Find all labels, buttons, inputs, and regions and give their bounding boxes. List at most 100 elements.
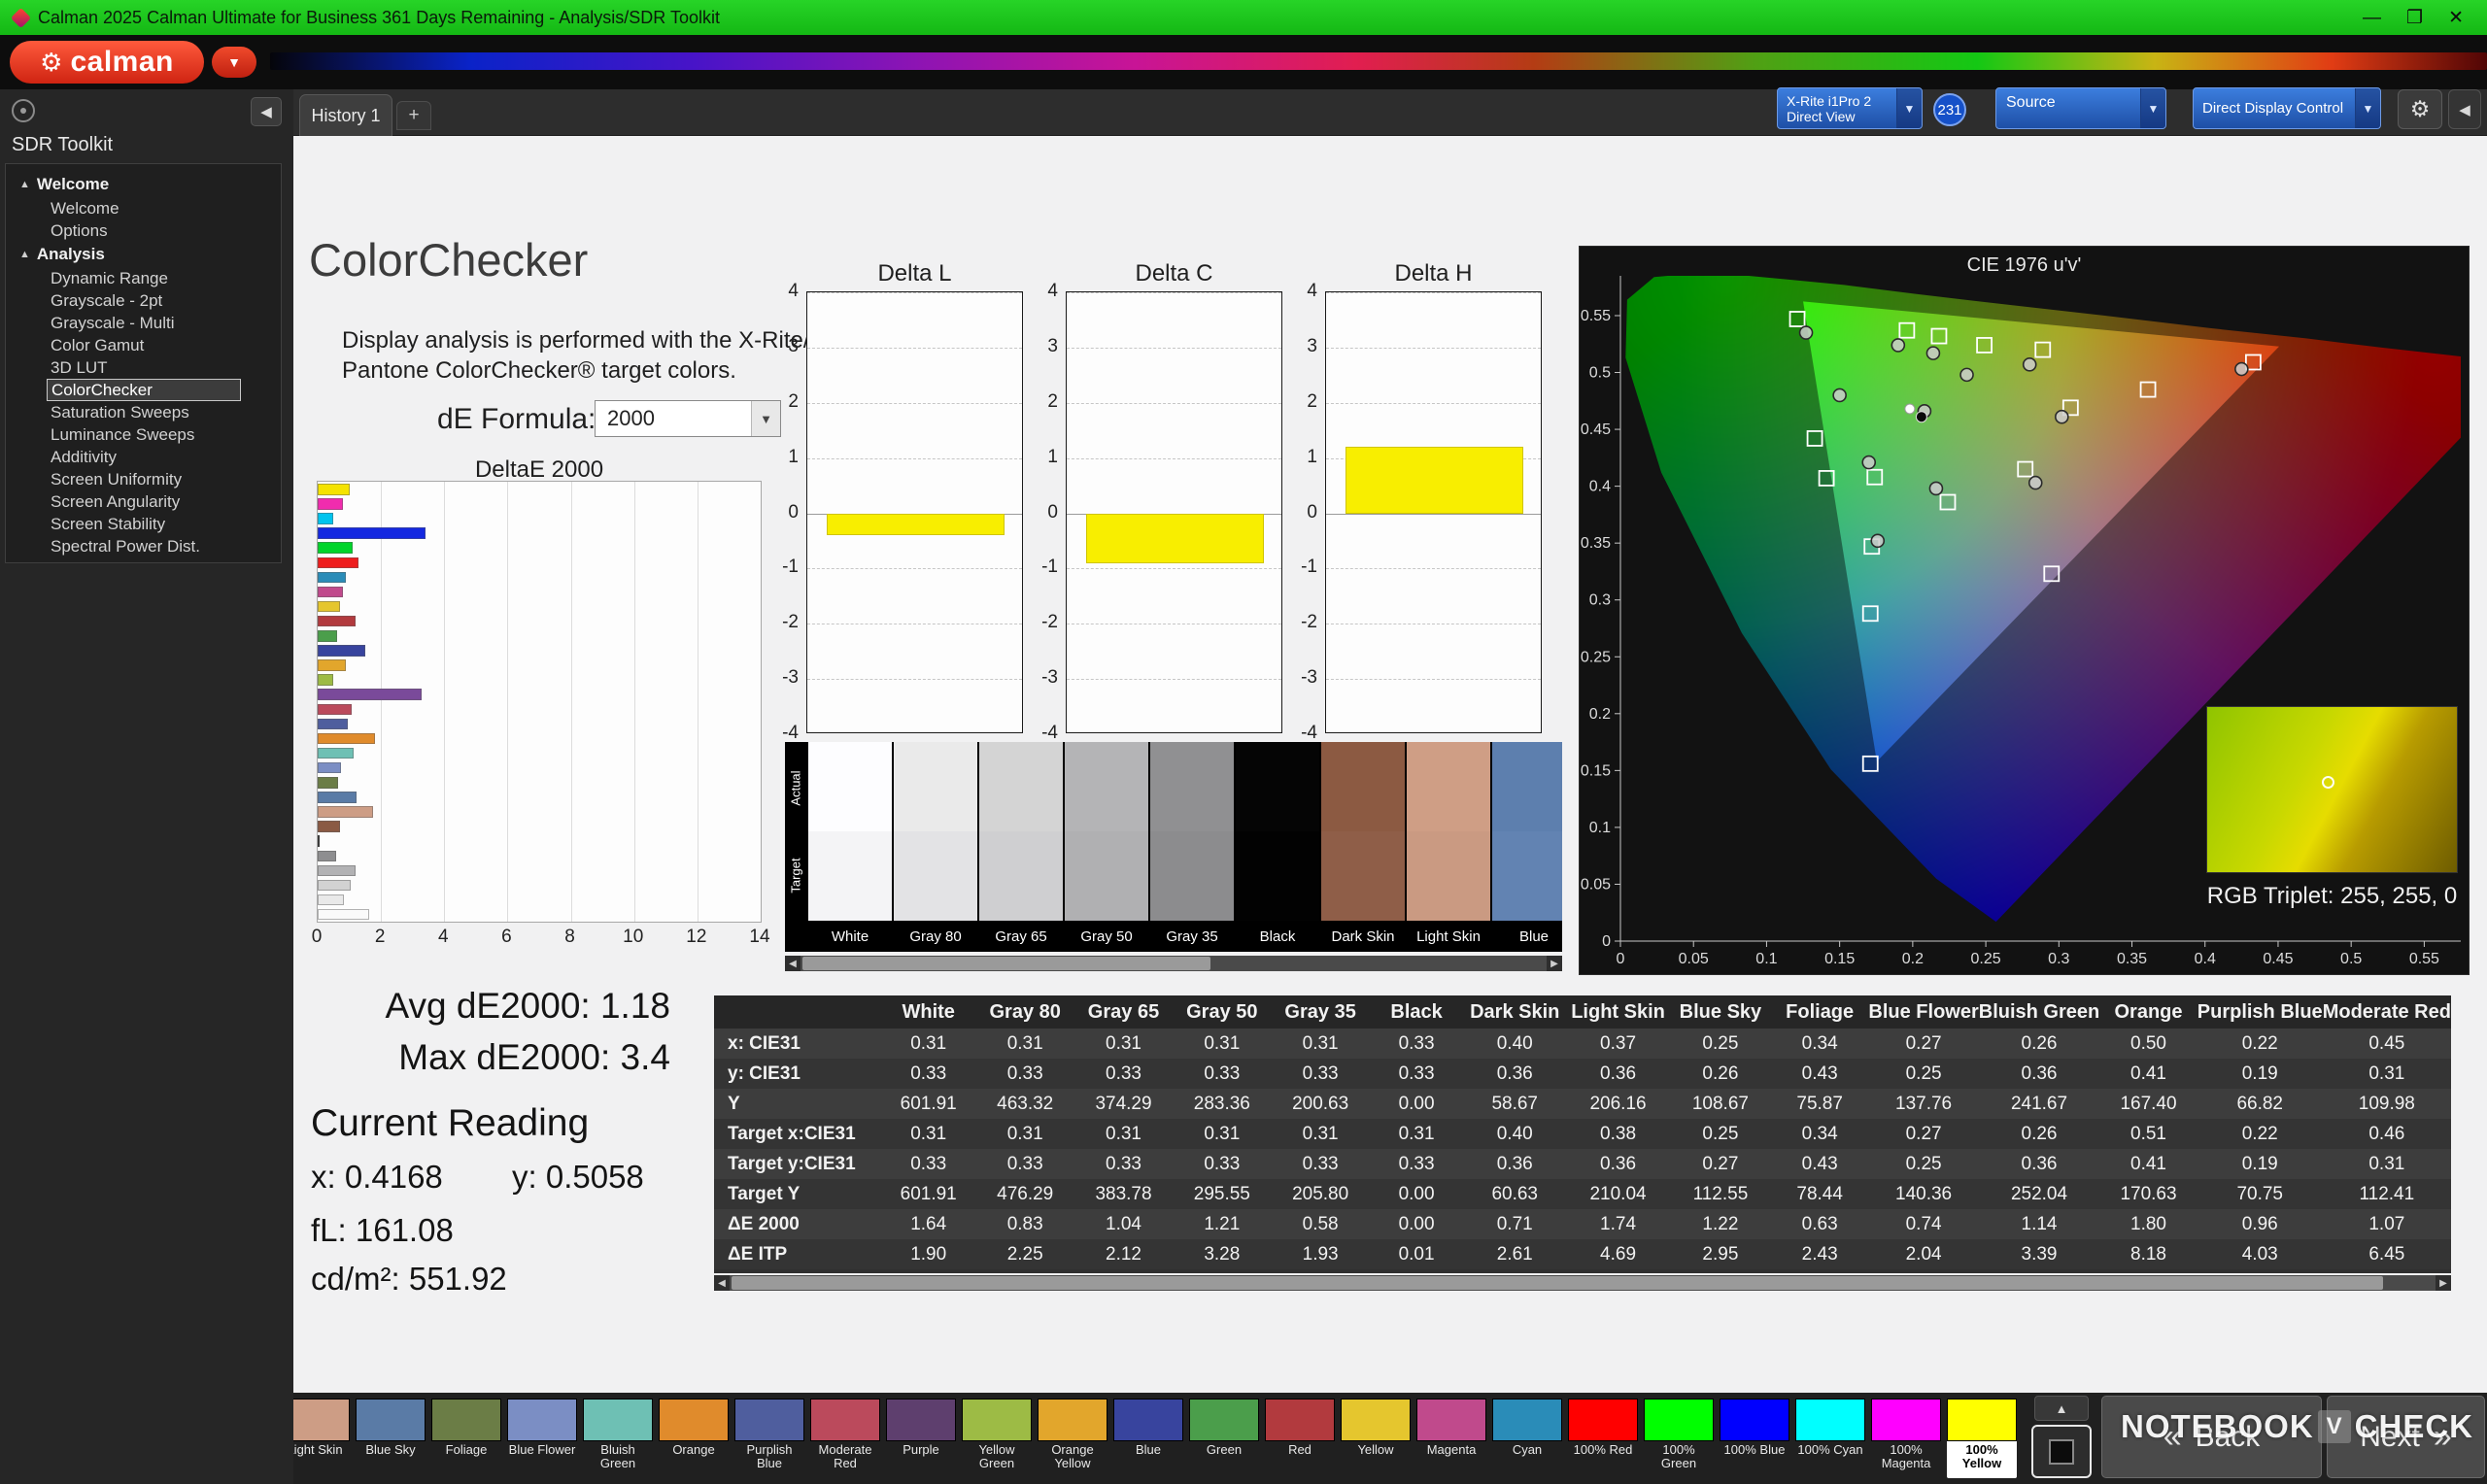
meter-dropdown[interactable]: X-Rite i1Pro 2 Direct View ▼: [1777, 87, 1923, 129]
sidebar-item-spectral-power-dist[interactable]: Spectral Power Dist.: [6, 535, 281, 557]
sidebar-item-saturation-sweeps[interactable]: Saturation Sweeps: [6, 401, 281, 423]
patch-button-moderate-red[interactable]: Moderate Red: [810, 1399, 880, 1478]
add-tab-button[interactable]: +: [396, 101, 431, 130]
row-label: Target Y: [728, 1183, 801, 1204]
de-formula-dropdown[interactable]: 2000 ▼: [595, 400, 781, 437]
sidebar-item-additivity[interactable]: Additivity: [6, 446, 281, 468]
sidebar-item-welcome[interactable]: Welcome: [6, 197, 281, 219]
de-bar-orange: [318, 732, 375, 745]
scroll-right-icon[interactable]: ▶: [1547, 956, 1562, 971]
svg-text:0: 0: [1617, 951, 1625, 967]
patch-button-purplish-blue[interactable]: Purplish Blue: [734, 1399, 804, 1478]
patch-column-gray-50[interactable]: Gray 50: [1063, 742, 1148, 952]
patch-column-blue[interactable]: Blue: [1490, 742, 1562, 952]
patch-button-blue[interactable]: Blue: [1113, 1399, 1183, 1478]
scroll-right-icon[interactable]: ▶: [2436, 1275, 2451, 1291]
patch-button-yellow-green[interactable]: Yellow Green: [962, 1399, 1032, 1478]
patch-name-label: Gray 50: [1065, 921, 1148, 952]
sidebar-item-grayscale-multi[interactable]: Grayscale - Multi: [6, 312, 281, 334]
patch-button-100-cyan[interactable]: 100% Cyan: [1795, 1399, 1865, 1478]
patch-column-gray-80[interactable]: Gray 80: [892, 742, 977, 952]
patch-button-100-magenta[interactable]: 100% Magenta: [1871, 1399, 1941, 1478]
sidebar-item-luminance-sweeps[interactable]: Luminance Sweeps: [6, 423, 281, 446]
patch-button-100-yellow[interactable]: 100% Yellow: [1947, 1399, 2017, 1478]
patch-column-gray-65[interactable]: Gray 65: [977, 742, 1063, 952]
patch-button-foliage[interactable]: Foliage: [431, 1399, 501, 1478]
sidebar-item-screen-angularity[interactable]: Screen Angularity: [6, 490, 281, 513]
patch-column-white[interactable]: White: [806, 742, 892, 952]
patch-column-black[interactable]: Black: [1234, 742, 1319, 952]
table-cell: 0.33: [1106, 1153, 1141, 1174]
calman-logo[interactable]: ⚙ calman: [10, 41, 204, 84]
logo-menu-button[interactable]: ▼: [212, 47, 256, 78]
gridline: [1326, 347, 1541, 349]
y-axis-labels: 4 3 2 1 0 -1 -2 -3 -4: [1292, 281, 1321, 743]
display-control-dropdown[interactable]: Direct Display Control ▼: [2193, 87, 2381, 129]
patch-button-purple[interactable]: Purple: [886, 1399, 956, 1478]
patch-button-cyan[interactable]: Cyan: [1492, 1399, 1562, 1478]
patch-strip-scrollbar[interactable]: ◀ ▶: [785, 956, 1562, 971]
tree-expand-icon[interactable]: ▲: [19, 249, 30, 260]
patch-button-red[interactable]: Red: [1265, 1399, 1335, 1478]
svg-text:0.05: 0.05: [1679, 951, 1709, 967]
sidebar-collapse-button[interactable]: ◀: [251, 97, 282, 126]
panel-collapse-button[interactable]: ◀: [2448, 89, 2481, 129]
maximize-button[interactable]: ❐: [2406, 9, 2423, 27]
patch-button-green[interactable]: Green: [1189, 1399, 1259, 1478]
patch-button-light-skin[interactable]: Light Skin: [293, 1399, 350, 1478]
measured-point-icon: [2022, 357, 2037, 372]
close-button[interactable]: ✕: [2448, 9, 2464, 27]
settings-gear-button[interactable]: ⚙: [2398, 89, 2442, 129]
tab-history-1[interactable]: History 1: [299, 94, 392, 136]
table-cell: 463.32: [997, 1093, 1054, 1114]
table-cell: 601.91: [900, 1093, 957, 1114]
source-dropdown[interactable]: Source ▼: [1995, 87, 2166, 129]
scroll-left-icon[interactable]: ◀: [785, 956, 801, 971]
reading-point-icon: [1915, 411, 1927, 423]
sidebar-item-screen-stability[interactable]: Screen Stability: [6, 513, 281, 535]
patch-button-orange[interactable]: Orange: [659, 1399, 729, 1478]
patch-column-gray-35[interactable]: Gray 35: [1148, 742, 1234, 952]
back-button[interactable]: « Back: [2101, 1396, 2322, 1478]
sidebar-item-color-gamut[interactable]: Color Gamut: [6, 334, 281, 356]
scroll-left-icon[interactable]: ◀: [714, 1275, 730, 1291]
scrollbar-thumb[interactable]: [732, 1276, 2383, 1290]
row-label: ΔE 2000: [728, 1213, 800, 1234]
patch-button-yellow[interactable]: Yellow: [1341, 1399, 1411, 1478]
y-tick-label: 1: [1307, 446, 1317, 467]
patch-button-orange-yellow[interactable]: Orange Yellow: [1038, 1399, 1107, 1478]
y-tick-label: 3: [788, 335, 799, 356]
sidebar-item-grayscale-2pt[interactable]: Grayscale - 2pt: [6, 289, 281, 312]
delta-bar-delta-c: [1086, 513, 1264, 563]
sidebar-item-screen-uniformity[interactable]: Screen Uniformity: [6, 468, 281, 490]
table-scrollbar[interactable]: ◀ ▶: [714, 1275, 2451, 1291]
scrollbar-thumb[interactable]: [802, 957, 1210, 970]
gridline: [507, 482, 509, 922]
patch-button-label: 100% Cyan: [1797, 1442, 1863, 1457]
patch-column-dark-skin[interactable]: Dark Skin: [1319, 742, 1405, 952]
minimize-button[interactable]: —: [2363, 9, 2381, 27]
patch-button-100-red[interactable]: 100% Red: [1568, 1399, 1638, 1478]
sidebar-item-options[interactable]: Options: [6, 219, 281, 242]
patch-button-blue-sky[interactable]: Blue Sky: [356, 1399, 426, 1478]
patch-button-label: Moderate Red: [818, 1442, 872, 1470]
sidebar-item-dynamic-range[interactable]: Dynamic Range: [6, 267, 281, 289]
tree-expand-icon[interactable]: ▲: [19, 179, 30, 190]
patch-button-100-green[interactable]: 100% Green: [1644, 1399, 1714, 1478]
next-button[interactable]: Next »: [2327, 1396, 2485, 1478]
patch-column-light-skin[interactable]: Light Skin: [1405, 742, 1490, 952]
patch-button-100-blue[interactable]: 100% Blue: [1720, 1399, 1789, 1478]
stop-measure-button[interactable]: [2031, 1425, 2092, 1478]
sidebar-item-colorchecker[interactable]: ColorChecker: [47, 379, 241, 401]
current-x: x: 0.4168: [311, 1159, 443, 1195]
sidebar-group-analysis[interactable]: ▲ Analysis: [6, 242, 281, 267]
patch-button-magenta[interactable]: Magenta: [1416, 1399, 1486, 1478]
meter-count-badge[interactable]: 231: [1933, 93, 1966, 126]
sidebar-group-welcome[interactable]: ▲ Welcome: [6, 172, 281, 197]
patch-button-bluish-green[interactable]: Bluish Green: [583, 1399, 653, 1478]
measured-point-icon: [2055, 409, 2069, 424]
chevron-up-button[interactable]: ▲: [2034, 1396, 2089, 1421]
patch-button-blue-flower[interactable]: Blue Flower: [507, 1399, 577, 1478]
sidebar-item-3d-lut[interactable]: 3D LUT: [6, 356, 281, 379]
de-bar-dark-skin: [318, 821, 341, 832]
